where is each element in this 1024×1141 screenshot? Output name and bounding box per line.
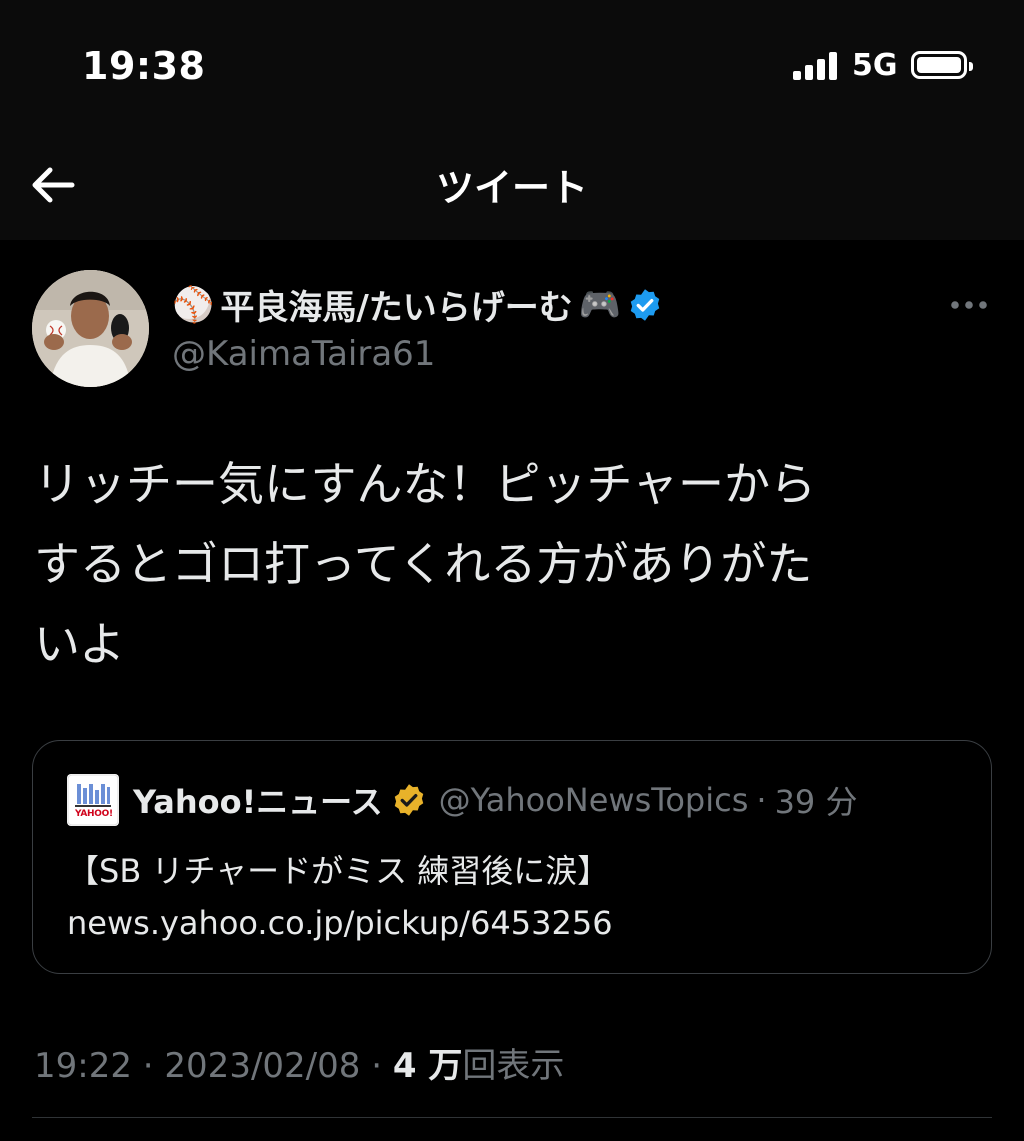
quoted-author-name: Yahoo!ニュース — [133, 783, 383, 821]
game-controller-emoji: 🎮 — [578, 284, 622, 325]
logo-text: YAHOO! — [75, 809, 113, 819]
quoted-author-handle: @YahooNewsTopics — [438, 781, 749, 819]
more-options-button[interactable] — [944, 288, 994, 322]
author-display-name: 平良海馬/たいらげーむ — [220, 288, 573, 328]
quoted-tweet-link[interactable]: news.yahoo.co.jp/pickup/6453256 — [67, 897, 613, 949]
separator-dot: · — [371, 1046, 383, 1086]
more-dots-icon — [951, 301, 987, 309]
tweet-text-line: いよ — [34, 617, 126, 671]
tweet-text-line: するとゴロ打ってくれる方がありがた — [34, 537, 813, 591]
tweet-time[interactable]: 19:22 — [34, 1046, 132, 1086]
quoted-tweet-body: 【SB リチャードがミス 練習後に涙】 news.yahoo.co.jp/pic… — [67, 845, 613, 949]
signal-icon — [793, 52, 839, 80]
author-name-row[interactable]: ⚾ 平良海馬/たいらげーむ 🎮 — [172, 280, 663, 329]
tweet-text: リッチー気にすんな！ピッチャーから するとゴロ打ってくれる方がありがた いよ — [34, 444, 984, 684]
battery-icon — [911, 51, 973, 79]
quoted-tweet-card[interactable]: YAHOO! Yahoo!ニュース @YahooNewsTopics · 39 … — [32, 740, 992, 974]
separator-dot: · — [142, 1046, 154, 1086]
separator-dot: · — [756, 781, 767, 819]
status-bar: 19:38 5G — [0, 0, 1024, 135]
avatar-photo — [32, 270, 149, 387]
quoted-tweet-header: YAHOO! Yahoo!ニュース @YahooNewsTopics · 39 … — [67, 774, 857, 826]
yahoo-news-logo: YAHOO! — [67, 774, 119, 826]
author-handle[interactable]: @KaimaTaira61 — [172, 334, 435, 374]
quoted-tweet-headline: 【SB リチャードがミス 練習後に涙】 — [67, 852, 610, 890]
views-count[interactable]: 4 万 — [393, 1046, 463, 1086]
views-label: 回表示 — [462, 1046, 565, 1086]
network-type: 5G — [852, 48, 898, 83]
tweet-text-line: リッチー気にすんな！ピッチャーから — [34, 457, 816, 511]
gold-verified-badge-icon — [394, 784, 423, 816]
tweet-date[interactable]: 2023/02/08 — [164, 1046, 360, 1086]
tweet-meta: 19:22 · 2023/02/08 · 4 万回表示 — [34, 1038, 564, 1087]
status-time: 19:38 — [82, 44, 206, 88]
quoted-tweet-time: 39 分 — [774, 783, 858, 821]
baseball-emoji: ⚾ — [172, 284, 215, 325]
verified-badge-icon — [630, 288, 660, 321]
top-nav-bar: ツイート — [0, 135, 1024, 240]
page-title: ツイート — [435, 166, 588, 210]
avatar[interactable] — [32, 270, 149, 387]
divider — [32, 1117, 992, 1118]
